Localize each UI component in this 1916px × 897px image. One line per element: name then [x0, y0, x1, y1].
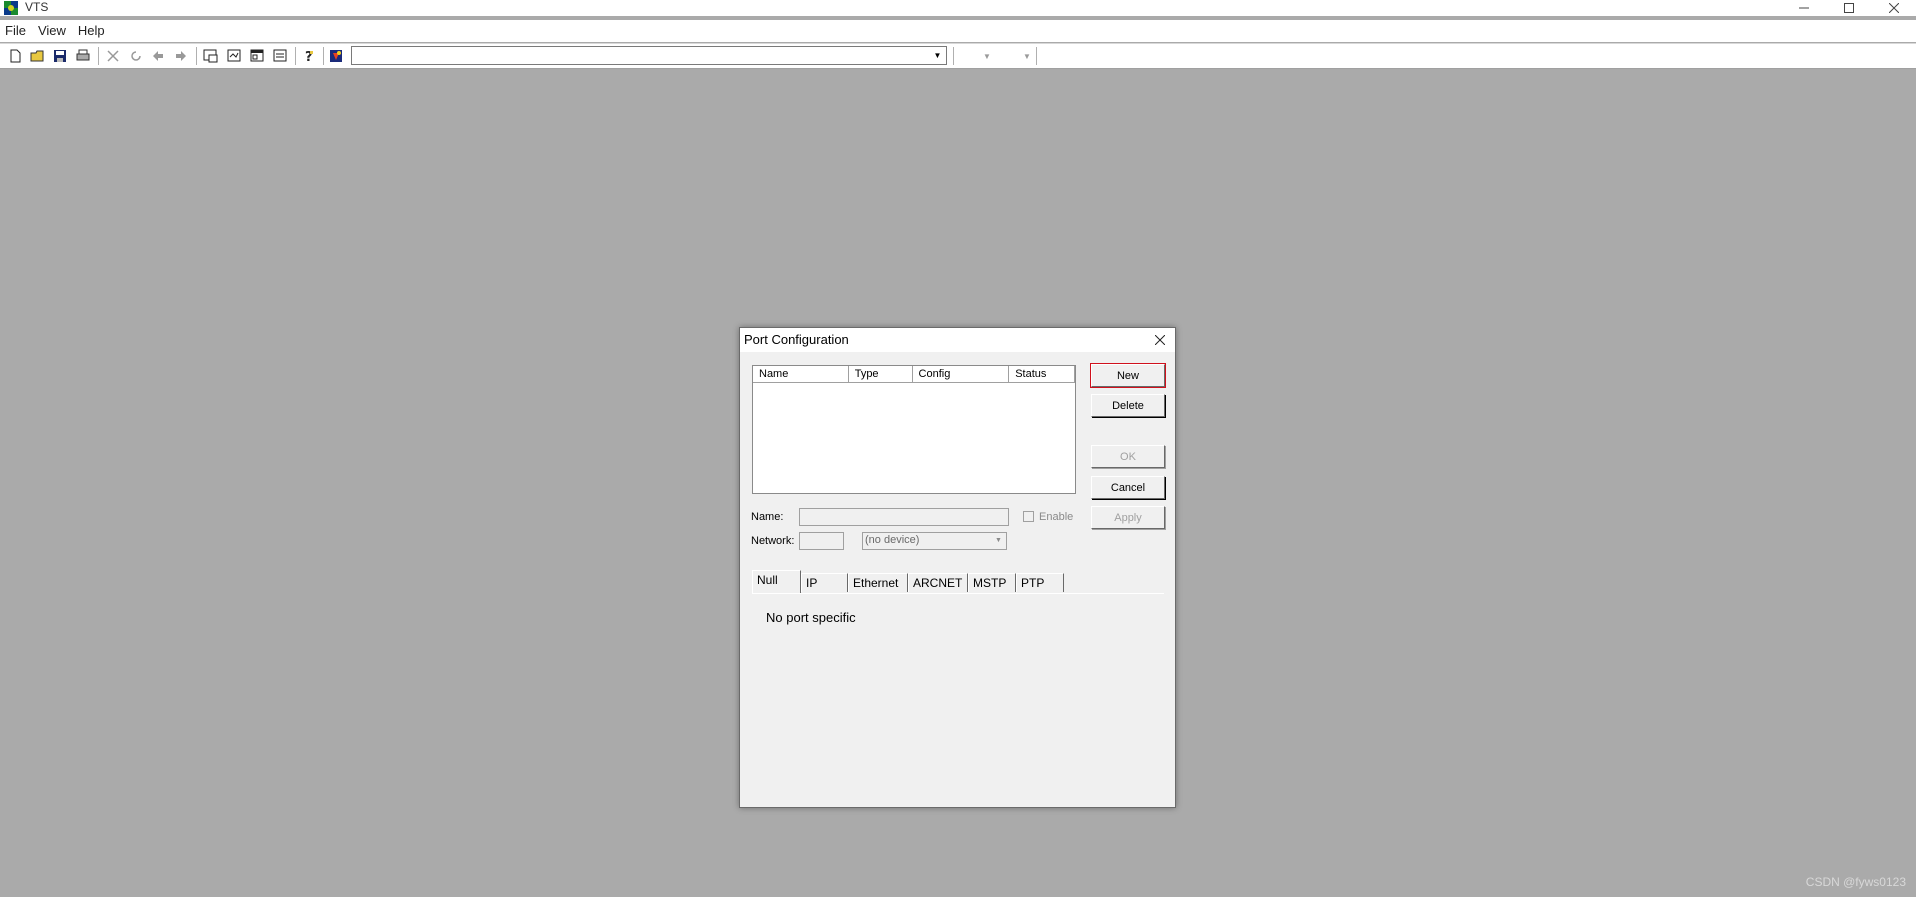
menu-bar: File View Help	[0, 20, 1916, 42]
close-icon[interactable]	[1151, 331, 1169, 349]
port-type-tabs: Null IP Ethernet ARCNET MSTP PTP	[752, 570, 1164, 593]
toolbar: ? ▼ ▼ ▼	[0, 43, 1916, 69]
window-title: VTS	[25, 0, 49, 14]
toolbar-separator	[323, 47, 324, 65]
column-header-type[interactable]: Type	[848, 366, 913, 383]
tab-arcnet[interactable]: ARCNET	[908, 573, 968, 592]
help-icon[interactable]: ?	[300, 47, 318, 65]
undo-icon[interactable]	[127, 47, 145, 65]
list-icon[interactable]	[271, 47, 289, 65]
dialog-titlebar: Port Configuration	[740, 328, 1175, 352]
graph-icon[interactable]	[225, 47, 243, 65]
chevron-down-icon[interactable]: ▼	[1018, 47, 1036, 65]
menu-view[interactable]: View	[33, 20, 73, 42]
back-icon[interactable]	[149, 47, 167, 65]
tab-panel-border	[752, 593, 1164, 594]
special-icon[interactable]	[327, 47, 345, 65]
toolbar-separator	[98, 47, 99, 65]
toolbar-separator	[953, 47, 954, 65]
panel-icon[interactable]	[248, 47, 266, 65]
chevron-down-icon[interactable]: ▼	[930, 48, 945, 63]
tab-ptp[interactable]: PTP	[1016, 573, 1064, 592]
device-select[interactable]: (no device) ▼	[862, 532, 1007, 550]
port-configuration-dialog: Port Configuration Name Type Config Stat…	[739, 327, 1176, 808]
dialog-title: Port Configuration	[744, 332, 849, 347]
new-file-icon[interactable]	[6, 47, 24, 65]
menu-help[interactable]: Help	[73, 20, 112, 42]
column-header-status[interactable]: Status	[1009, 366, 1075, 383]
app-logo-icon	[4, 1, 18, 15]
device-select-value: (no device)	[865, 534, 920, 546]
network-label: Network:	[751, 535, 795, 547]
watermark: CSDN @fyws0123	[1805, 875, 1906, 889]
toolbar-separator	[1036, 47, 1037, 65]
column-header-config[interactable]: Config	[912, 366, 1010, 383]
print-icon[interactable]	[74, 47, 92, 65]
window-titlebar: VTS	[0, 0, 1916, 16]
chevron-down-icon[interactable]: ▼	[978, 47, 996, 65]
delete-button[interactable]: Delete	[1091, 394, 1165, 417]
forward-icon[interactable]	[172, 47, 190, 65]
tab-ip[interactable]: IP	[801, 573, 848, 592]
chevron-down-icon[interactable]: ▼	[992, 534, 1005, 547]
new-button[interactable]: New	[1090, 363, 1166, 388]
column-header-name[interactable]: Name	[753, 366, 849, 383]
toolbar-combo[interactable]: ▼	[351, 46, 947, 65]
save-icon[interactable]	[51, 47, 69, 65]
tab-null[interactable]: Null	[752, 570, 801, 593]
open-folder-icon[interactable]	[29, 47, 47, 65]
maximize-icon[interactable]	[1829, 0, 1869, 16]
menu-file[interactable]: File	[0, 20, 33, 42]
cancel-button[interactable]: Cancel	[1091, 476, 1165, 499]
ok-button[interactable]: OK	[1091, 445, 1165, 468]
port-list-header: Name Type Config Status	[753, 366, 1075, 383]
toolbar-separator	[295, 47, 296, 65]
network-field[interactable]	[799, 532, 844, 550]
port-list[interactable]: Name Type Config Status	[752, 365, 1076, 494]
tab-panel-text: No port specific	[766, 610, 856, 625]
toolbar-separator	[196, 47, 197, 65]
window-icon[interactable]	[202, 47, 220, 65]
apply-button[interactable]: Apply	[1091, 506, 1165, 529]
name-label: Name:	[751, 511, 784, 523]
enable-checkbox[interactable]	[1023, 511, 1034, 522]
close-icon[interactable]	[1874, 0, 1914, 16]
tab-ethernet[interactable]: Ethernet	[848, 573, 908, 592]
name-field[interactable]	[799, 508, 1009, 526]
delete-icon[interactable]	[104, 47, 122, 65]
tab-mstp[interactable]: MSTP	[968, 573, 1016, 592]
minimize-icon[interactable]	[1784, 0, 1824, 16]
enable-label: Enable	[1039, 511, 1074, 523]
